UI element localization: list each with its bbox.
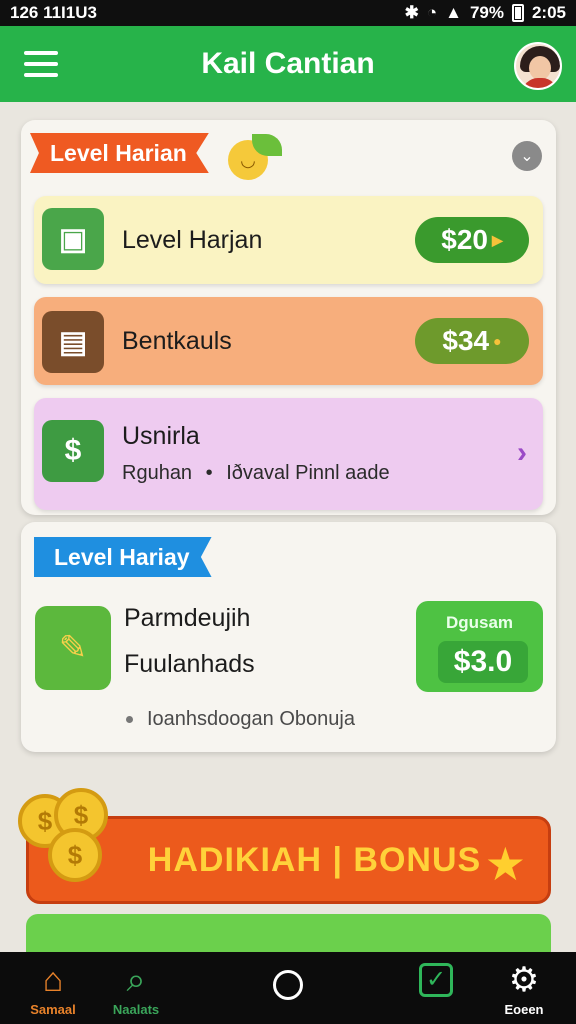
task-check-icon: ✓ bbox=[419, 963, 453, 997]
nav-settings[interactable]: ⚙ Eoeen bbox=[484, 960, 564, 1020]
nav-tasks[interactable]: ✓ bbox=[396, 960, 476, 1020]
bonus-value: $3.0 bbox=[438, 641, 528, 683]
list-item-usnirla[interactable]: $ Usnirla Rguhan • Iðvaval Pinnl aade › bbox=[34, 398, 543, 510]
status-right: ✱ ◔ ▲ 79% 2:05 bbox=[405, 3, 566, 23]
gift-box-icon: ▣ bbox=[42, 208, 104, 270]
weekly-level-ribbon: Level Hariay bbox=[34, 537, 212, 577]
signal-icon: ▲ bbox=[445, 3, 462, 22]
avatar[interactable] bbox=[514, 42, 562, 90]
menu-icon[interactable] bbox=[24, 51, 58, 77]
banner-text: HADIKIAH | BONUS bbox=[147, 840, 482, 879]
status-bar: 126 11I1U3 ✱ ◔ ▲ 79% 2:05 bbox=[0, 0, 576, 26]
reward-amount: $20 bbox=[441, 224, 488, 255]
crate-icon: ▤ bbox=[42, 311, 104, 373]
wifi-icon: ◔ bbox=[426, 3, 438, 22]
battery-percent: 79% bbox=[469, 3, 504, 22]
nav-center[interactable] bbox=[248, 970, 328, 1010]
collapse-chevron-icon[interactable]: ⌄ bbox=[512, 141, 542, 171]
chevron-right-icon: › bbox=[517, 436, 527, 469]
reward-button[interactable]: $34 ● bbox=[415, 318, 529, 364]
reward-button[interactable]: $20 ▶ bbox=[415, 217, 529, 263]
list-item-level[interactable]: ▣ Level Harjan $20 ▶ bbox=[34, 196, 543, 284]
card-line-2: Fuulanhads bbox=[124, 650, 255, 678]
money-bundle-icon: $ bbox=[42, 420, 104, 482]
row-subtitle: Rguhan • Iðvaval Pinnl aade bbox=[122, 462, 390, 484]
arrow-right-icon: ▶ bbox=[491, 231, 503, 248]
nav-label: Eoeen bbox=[504, 1002, 544, 1017]
nav-home[interactable]: ⌂ Samaal bbox=[13, 960, 93, 1020]
battery-icon bbox=[511, 4, 524, 22]
row-title: Level Harjan bbox=[122, 226, 263, 254]
nav-search[interactable]: ⌕ Naalats bbox=[96, 960, 176, 1020]
star-icon: ★ bbox=[484, 838, 526, 890]
page-title: Kail Cantian bbox=[201, 47, 375, 80]
bullet-icon: • bbox=[205, 462, 213, 484]
card-note: Ioanhsdoogan Obonuja bbox=[126, 708, 355, 731]
nav-label: Samaal bbox=[30, 1002, 76, 1017]
search-icon: ⌕ bbox=[126, 961, 146, 999]
circle-home-icon bbox=[273, 970, 303, 1000]
coin-stack-icon: $ $ $ bbox=[18, 788, 128, 882]
bonus-label: Dgusam bbox=[445, 613, 514, 632]
daily-level-ribbon: Level Harian bbox=[30, 133, 209, 173]
bottom-nav: ⌂ Samaal ⌕ Naalats ✓ ⚙ Eoeen bbox=[0, 952, 576, 1024]
status-left-text: 126 11I1U3 bbox=[10, 3, 97, 22]
bonus-reward-button[interactable]: Dgusam $3.0 bbox=[416, 601, 543, 692]
row-title: Usnirla bbox=[122, 422, 200, 450]
row-title: Bentkauls bbox=[122, 327, 232, 355]
list-item-bentkauls[interactable]: ▤ Bentkauls $34 ● bbox=[34, 297, 543, 385]
bluetooth-icon: ✱ bbox=[404, 3, 419, 22]
arrow-right-icon: ● bbox=[493, 333, 502, 349]
card-line-1: Parmdeujih bbox=[124, 604, 251, 632]
nav-label: Naalats bbox=[112, 1002, 160, 1017]
home-icon: ⌂ bbox=[42, 961, 64, 999]
gear-icon: ⚙ bbox=[508, 961, 540, 999]
reward-amount: $34 bbox=[442, 325, 490, 356]
app-bar: Kail Cantian bbox=[0, 26, 576, 102]
ticket-icon: ✎ bbox=[35, 606, 111, 690]
status-clock: 2:05 bbox=[531, 3, 566, 22]
